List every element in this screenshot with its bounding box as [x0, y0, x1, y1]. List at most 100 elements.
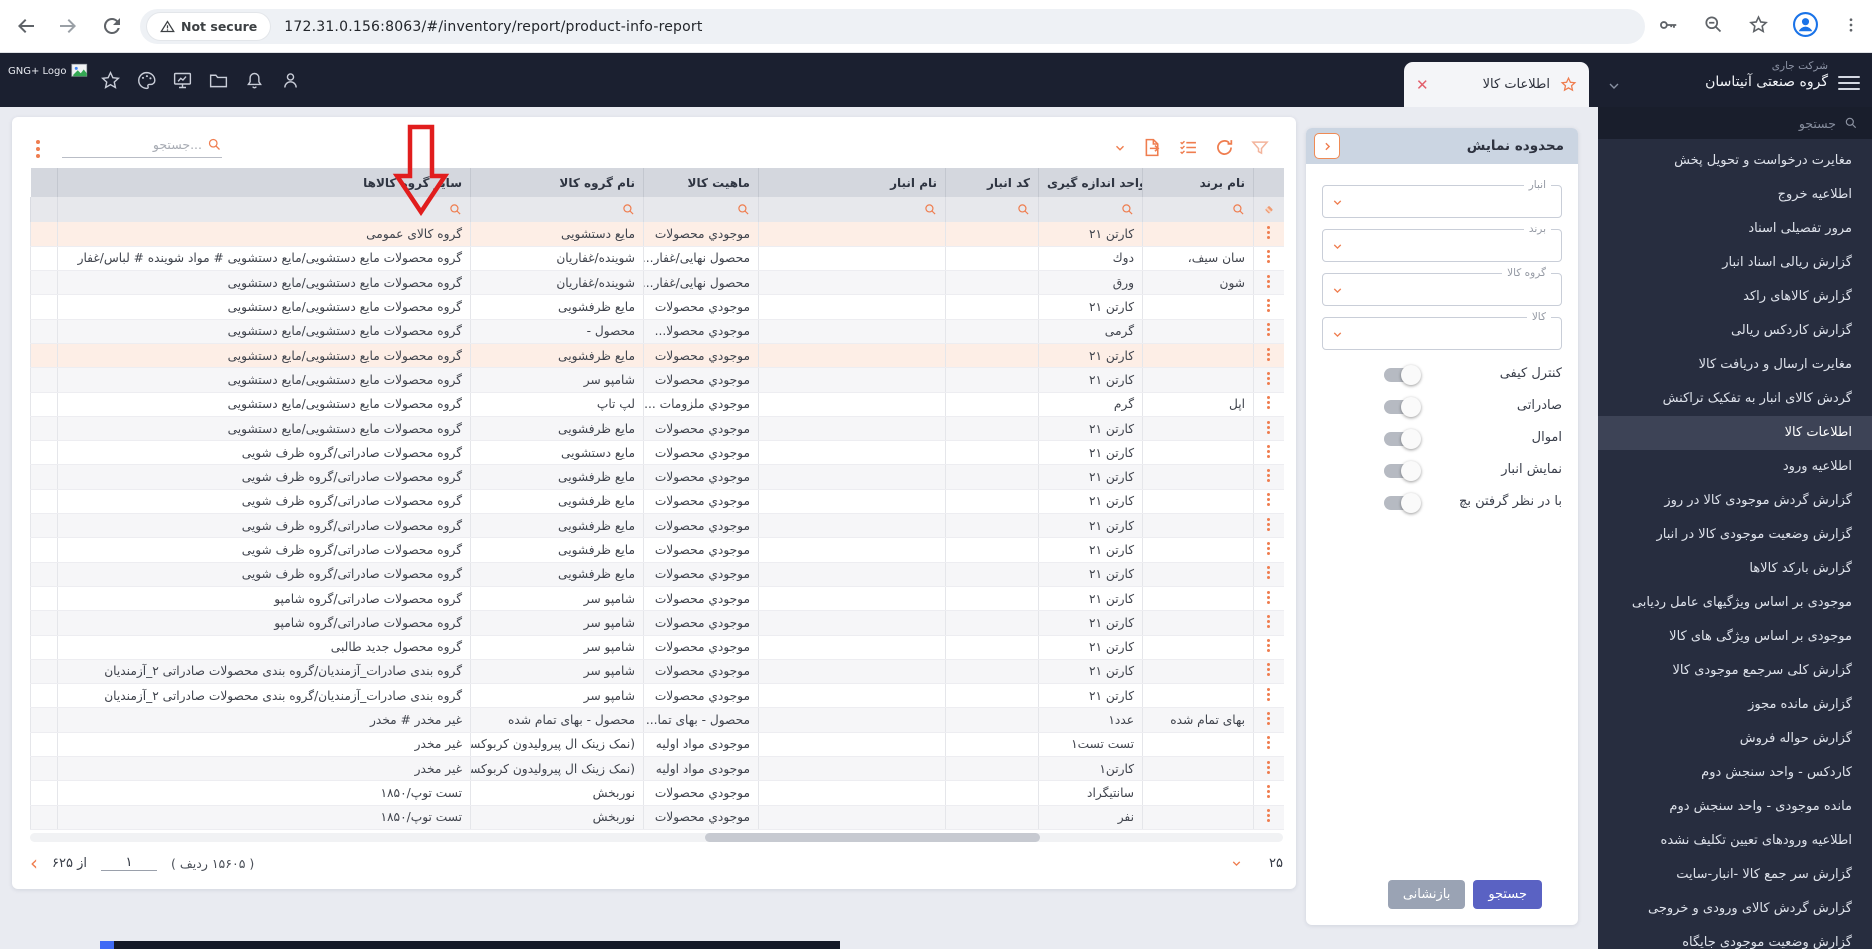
- filter-select-2[interactable]: برند: [1322, 223, 1562, 262]
- clear-filters-icon[interactable]: [1262, 202, 1276, 217]
- notifications-bell-icon[interactable]: [244, 70, 265, 91]
- url-bar[interactable]: Not secure 172.31.0.156:8063/#/inventory…: [140, 9, 1645, 44]
- column-filter-cell[interactable]: [945, 197, 1039, 222]
- sidebar-item[interactable]: مرور تفصیلی اسناد: [1598, 212, 1872, 246]
- zoom-out-icon[interactable]: [1703, 14, 1724, 35]
- table-row[interactable]: گروه کالای عمومی مایع دستشویی موجودي محصول…: [30, 222, 1284, 247]
- table-row[interactable]: گروه محصولات صادراتی/گروه ظرف شویی مایع د…: [30, 440, 1284, 466]
- column-header[interactable]: کد انبار: [945, 168, 1039, 197]
- profile-avatar[interactable]: [1793, 12, 1818, 37]
- table-row[interactable]: غیر مخدر # مخدر محصول - بهای تمام شده محصو…: [30, 707, 1284, 733]
- filter-select-4[interactable]: کالا: [1322, 311, 1562, 350]
- row-menu-icon[interactable]: [1267, 710, 1271, 727]
- horizontal-scrollbar[interactable]: [30, 833, 1283, 842]
- sidebar-item[interactable]: اطلاعیه خروج: [1598, 178, 1872, 212]
- browser-menu-icon[interactable]: [1842, 14, 1860, 36]
- back-icon[interactable]: [14, 14, 38, 38]
- table-row[interactable]: گروه محصولات صادراتی/گروه شامپو شامپو سر م…: [30, 586, 1284, 612]
- column-search-icon[interactable]: [924, 203, 937, 216]
- row-menu-icon[interactable]: [1267, 491, 1271, 508]
- row-menu-icon[interactable]: [1267, 734, 1271, 751]
- table-row[interactable]: غیر مخدر(نمک زینک ال پیرولیدون کربوکسی..…: [30, 756, 1284, 782]
- sidebar-item[interactable]: مغایرت درخواست و تحویل پخش: [1598, 144, 1872, 178]
- chevron-down-icon[interactable]: [1113, 141, 1127, 155]
- row-menu-icon[interactable]: [1267, 370, 1271, 387]
- export-icon[interactable]: [1142, 137, 1163, 158]
- sidebar-search-input[interactable]: جستجو: [1598, 107, 1872, 139]
- row-menu-icon[interactable]: [1267, 443, 1271, 460]
- table-row[interactable]: گروه محصولات مایع دستشویی/مایع دستشویی شو…: [30, 270, 1284, 296]
- column-filter-cell[interactable]: [470, 197, 644, 222]
- url-text[interactable]: 172.31.0.156:8063/#/inventory/report/pro…: [284, 19, 702, 35]
- sidebar-item[interactable]: گزارش گردش کالای ورودی و خروجی: [1598, 892, 1872, 926]
- column-header[interactable]: نام انبار: [758, 168, 946, 197]
- password-key-icon[interactable]: [1657, 14, 1679, 36]
- sidebar-item[interactable]: اطلاعیه ورود: [1598, 450, 1872, 484]
- column-search-icon[interactable]: [622, 203, 635, 216]
- sidebar-item[interactable]: گزارش کاردکس ریالی: [1598, 314, 1872, 348]
- table-row[interactable]: گروه محصولات مایع دستشویی/مایع دستشویی لپ…: [30, 392, 1284, 417]
- sidebar-item[interactable]: موجودی بر اساس ویژگیهای عامل ردیابی: [1598, 586, 1872, 620]
- table-menu-icon[interactable]: [36, 137, 42, 161]
- sidebar-item[interactable]: گزارش بارکد کالاها: [1598, 552, 1872, 586]
- column-filter-cell[interactable]: [1142, 197, 1254, 222]
- row-menu-cell[interactable]: [1253, 416, 1284, 442]
- row-menu-cell[interactable]: [1253, 246, 1284, 272]
- table-row[interactable]: گروه محصولات صادراتی/گروه ظرف شویی مایع ظ…: [30, 513, 1284, 539]
- sidebar-item[interactable]: موجودی بر اساس ویژگی های کالا: [1598, 620, 1872, 654]
- row-menu-icon[interactable]: [1267, 613, 1271, 630]
- hamburger-menu-icon[interactable]: [1838, 72, 1860, 94]
- table-row[interactable]: گروه بندی صادرات_آزمندیان/گروه بندی محصو…: [30, 659, 1284, 685]
- column-filter-cell[interactable]: [1038, 197, 1143, 222]
- row-menu-icon[interactable]: [1267, 467, 1271, 484]
- row-menu-icon[interactable]: [1267, 224, 1271, 241]
- toggle-switch[interactable]: [1384, 429, 1421, 449]
- search-button[interactable]: جستجو: [1473, 880, 1542, 909]
- column-header[interactable]: نام برند: [1142, 168, 1254, 197]
- row-menu-cell[interactable]: [1253, 513, 1284, 539]
- table-row[interactable]: گروه محصولات صادراتی/گروه شامپو شامپو سر م…: [30, 610, 1284, 636]
- reset-button[interactable]: بازنشانی: [1387, 880, 1466, 909]
- row-menu-cell[interactable]: [1253, 610, 1284, 636]
- row-menu-icon[interactable]: [1267, 783, 1271, 800]
- filter-select-1[interactable]: انبار: [1322, 179, 1562, 218]
- row-menu-icon[interactable]: [1267, 540, 1271, 557]
- sidebar-item[interactable]: گردش کالای انبار به تفکیک تراکنش: [1598, 382, 1872, 416]
- sidebar-item[interactable]: گزارش کلی سرجمع موجودی کالا: [1598, 654, 1872, 688]
- collapse-panel-button[interactable]: [1314, 133, 1340, 159]
- column-filter-cell[interactable]: [57, 197, 471, 222]
- row-menu-cell[interactable]: [1253, 732, 1284, 758]
- company-switcher[interactable]: شرکت جاری گروه صنعتی آنیتاسان: [1705, 60, 1828, 90]
- refresh-icon[interactable]: [1214, 137, 1235, 158]
- page-number-input[interactable]: [100, 855, 157, 871]
- column-search-icon[interactable]: [1232, 203, 1245, 216]
- filter-icon[interactable]: [1250, 138, 1270, 158]
- sidebar-item[interactable]: گزارش حواله فروش: [1598, 722, 1872, 756]
- row-menu-icon[interactable]: [1267, 273, 1271, 290]
- row-menu-cell[interactable]: [1253, 756, 1284, 782]
- column-header[interactable]: سایر گروه کالاها: [57, 168, 471, 197]
- row-menu-icon[interactable]: [1267, 248, 1271, 265]
- sidebar-item[interactable]: گزارش ریالی اسناد انبار: [1598, 246, 1872, 280]
- table-row[interactable]: گروه محصولات صادراتی/گروه ظرف شویی مایع ظ…: [30, 464, 1284, 490]
- row-menu-icon[interactable]: [1267, 297, 1271, 314]
- folder-icon[interactable]: [208, 70, 229, 91]
- row-menu-cell[interactable]: [1253, 392, 1284, 417]
- row-menu-icon[interactable]: [1267, 321, 1271, 338]
- column-header[interactable]: نام گروه کالا: [470, 168, 644, 197]
- row-menu-cell[interactable]: [1253, 780, 1284, 806]
- tab-close-icon[interactable]: ✕: [1416, 76, 1429, 94]
- column-header[interactable]: واحد اندازه گیری: [1038, 168, 1143, 197]
- row-menu-icon[interactable]: [1267, 419, 1271, 436]
- sidebar-item[interactable]: اطلاعات کالا: [1598, 416, 1872, 450]
- table-row[interactable]: غیر مخدر(نمک زینک ال پیرولیدون کربوکسی..…: [30, 732, 1284, 758]
- table-row[interactable]: گروه بندی صادرات_آزمندیان/گروه بندی محصو…: [30, 683, 1284, 709]
- row-menu-cell[interactable]: [1253, 537, 1284, 563]
- sidebar-item[interactable]: اطلاعیه ورودهای تعیین تکلیف نشده: [1598, 824, 1872, 858]
- security-chip[interactable]: Not secure: [147, 13, 271, 40]
- column-search-icon[interactable]: [1017, 203, 1030, 216]
- column-filter-cell[interactable]: [758, 197, 946, 222]
- favorites-star-icon[interactable]: [100, 70, 121, 91]
- dashboard-monitor-icon[interactable]: [172, 70, 193, 91]
- row-menu-cell[interactable]: [1253, 367, 1284, 393]
